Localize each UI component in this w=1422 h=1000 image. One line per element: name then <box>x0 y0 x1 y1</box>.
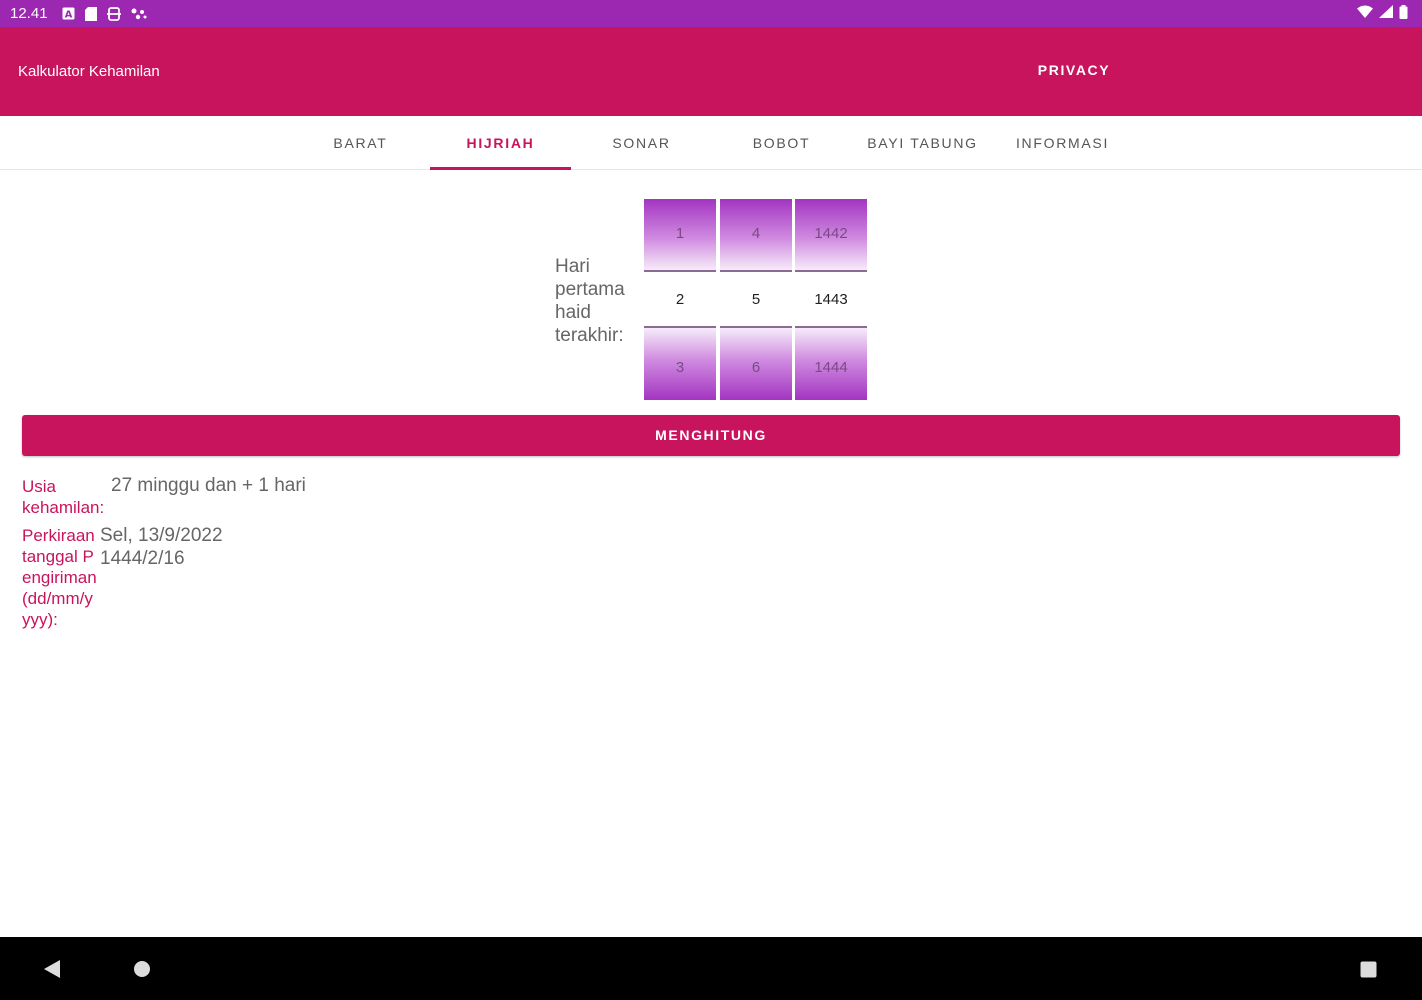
dots-icon <box>131 8 147 20</box>
day-picker-next[interactable]: 3 <box>644 326 716 400</box>
wifi-icon <box>1357 5 1373 22</box>
last-period-label: Hari pertama haid terakhir: <box>555 256 625 346</box>
tab-sonar[interactable]: SONAR <box>571 116 712 170</box>
navigation-bar <box>0 937 1422 1000</box>
battery-icon <box>1399 4 1408 23</box>
signal-icon <box>1379 5 1393 22</box>
status-bar: 12.41 A <box>0 0 1422 27</box>
svg-text:A: A <box>64 10 72 21</box>
calculate-button[interactable]: MENGHITUNG <box>22 415 1400 456</box>
due-date-value: Sel, 13/9/2022 <box>100 525 223 546</box>
year-picker[interactable]: 1442 1443 1444 <box>795 199 867 401</box>
tab-hijriah[interactable]: HIJRIAH <box>430 116 571 170</box>
back-icon[interactable] <box>44 960 61 983</box>
a-icon: A <box>62 7 75 20</box>
day-picker[interactable]: 1 2 3 <box>644 199 716 401</box>
due-date-label: Perkiraan tanggal Pengiriman (dd/mm/yyyy… <box>22 526 97 629</box>
month-picker-selected[interactable]: 5 <box>720 286 792 314</box>
home-icon[interactable] <box>133 960 151 983</box>
tab-informasi[interactable]: INFORMASI <box>992 116 1133 170</box>
recents-icon[interactable] <box>1360 961 1377 983</box>
year-picker-selected[interactable]: 1443 <box>795 286 867 314</box>
year-picker-prev[interactable]: 1442 <box>795 199 867 272</box>
tab-bar: BARAT HIJRIAH SONAR BOBOT BAYI TABUNG IN… <box>0 116 1422 170</box>
month-picker[interactable]: 4 5 6 <box>720 199 792 401</box>
status-time: 12.41 <box>10 5 48 22</box>
month-picker-next[interactable]: 6 <box>720 326 792 400</box>
due-date-hijri-value: 1444/2/16 <box>100 548 185 569</box>
sync-icon <box>106 6 121 21</box>
tab-barat[interactable]: BARAT <box>290 116 431 170</box>
day-picker-selected[interactable]: 2 <box>644 286 716 314</box>
tab-bobot[interactable]: BOBOT <box>711 116 852 170</box>
month-picker-prev[interactable]: 4 <box>720 199 792 272</box>
tab-bayi-tabung[interactable]: BAYI TABUNG <box>852 116 993 170</box>
pregnancy-age-label: Usia kehamilan: <box>22 477 105 517</box>
sd-card-icon <box>84 6 97 21</box>
pregnancy-age-value: 27 minggu dan + 1 hari <box>111 475 306 496</box>
year-picker-next[interactable]: 1444 <box>795 326 867 400</box>
privacy-button[interactable]: PRIVACY <box>1020 62 1128 82</box>
app-bar: Kalkulator Kehamilan PRIVACY <box>0 27 1422 116</box>
day-picker-prev[interactable]: 1 <box>644 199 716 272</box>
app-title: Kalkulator Kehamilan <box>18 63 160 80</box>
